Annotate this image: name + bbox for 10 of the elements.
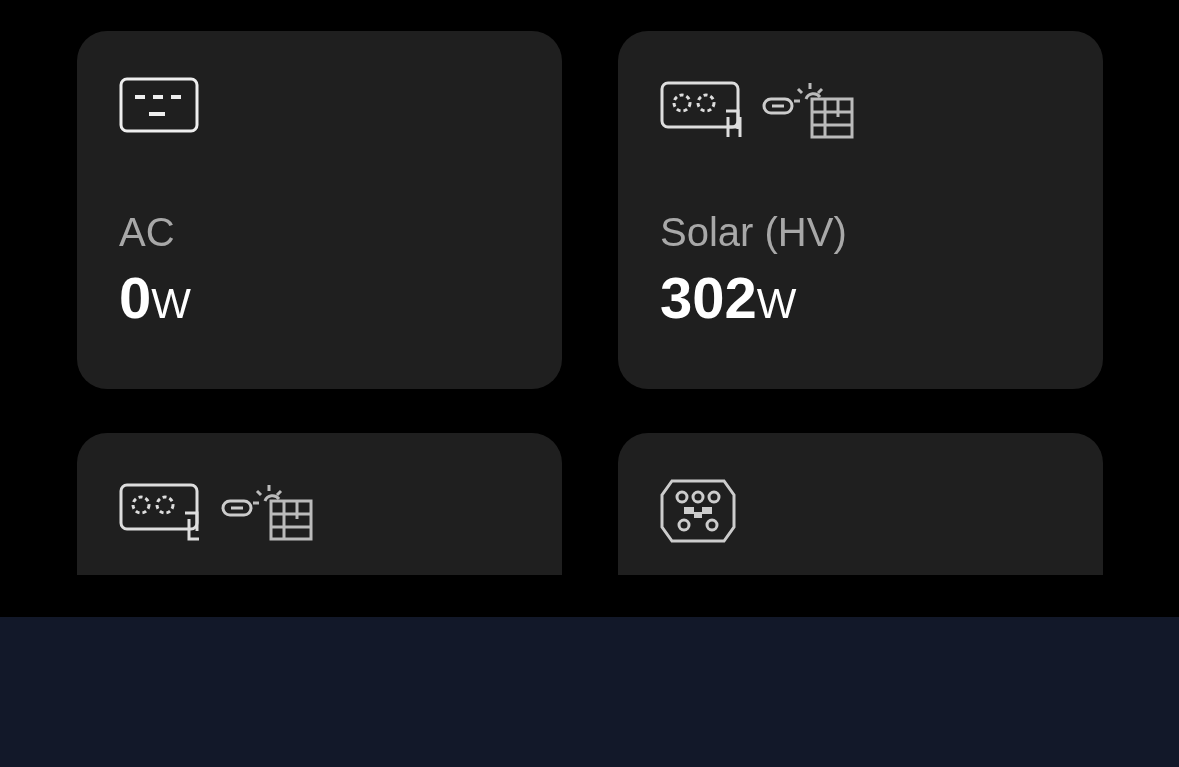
power-card[interactable]: AC 0W	[77, 31, 562, 389]
source-label: AC	[119, 209, 175, 256]
power-card[interactable]: Solar (HV) 302W	[618, 31, 1103, 389]
charger-plug-icon	[660, 479, 736, 543]
power-value: 0W	[119, 266, 191, 332]
power-card[interactable]	[618, 433, 1103, 575]
source-label: Solar (HV)	[660, 209, 847, 256]
power-card[interactable]	[77, 433, 562, 575]
power-value: 302W	[660, 266, 797, 332]
ac-outlet-icon	[119, 77, 199, 133]
